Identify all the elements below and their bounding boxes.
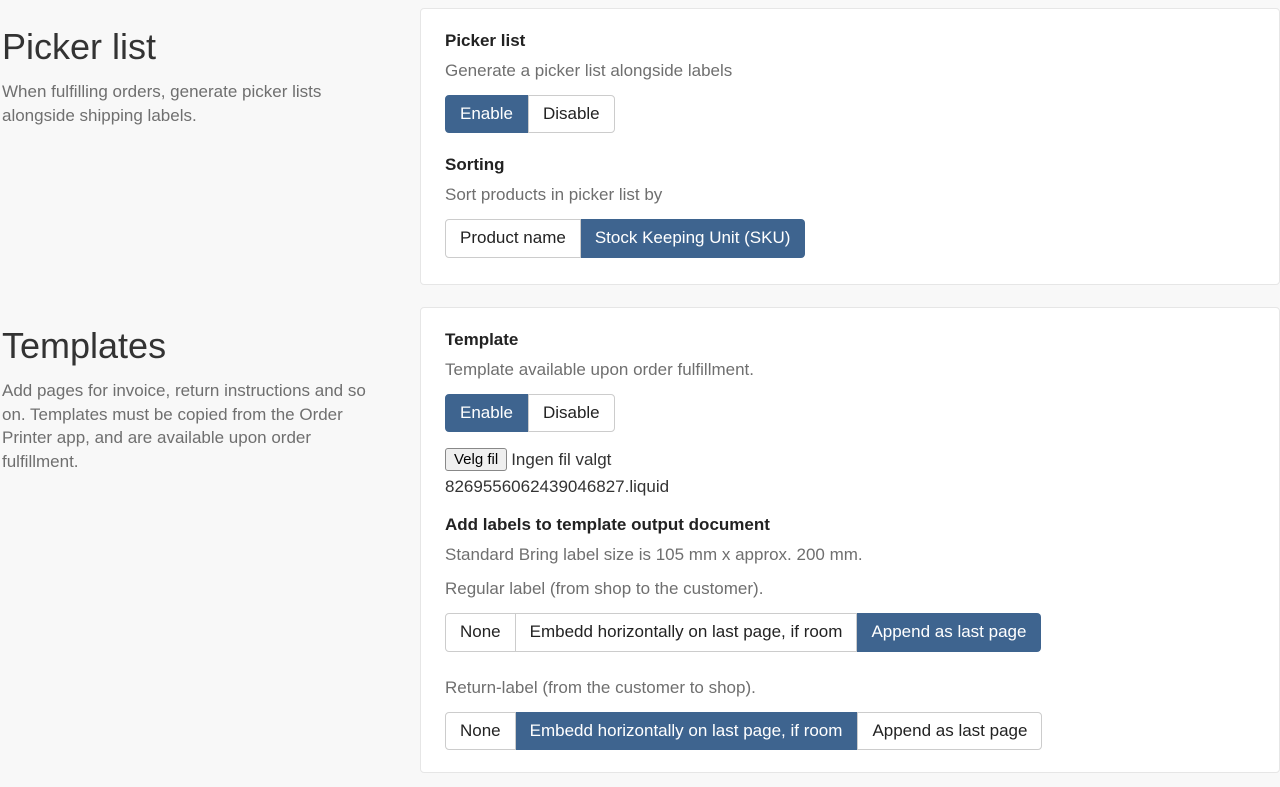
sort-sku-button[interactable]: Stock Keeping Unit (SKU) [581, 219, 806, 257]
template-enable-button[interactable]: Enable [445, 394, 528, 432]
templates-title: Templates [2, 325, 390, 367]
return-none-button[interactable]: None [445, 712, 516, 750]
picker-enable-button[interactable]: Enable [445, 95, 528, 133]
template-filename: 8269556062439046827.liquid [445, 477, 1255, 497]
labels-heading: Add labels to template output document [445, 515, 1255, 535]
picker-card-desc: Generate a picker list alongside labels [445, 61, 1255, 81]
file-status: Ingen fil valgt [511, 450, 611, 470]
template-heading: Template [445, 330, 1255, 350]
labels-desc: Standard Bring label size is 105 mm x ap… [445, 545, 1255, 565]
sorting-desc: Sort products in picker list by [445, 185, 1255, 205]
regular-append-button[interactable]: Append as last page [857, 613, 1041, 651]
return-append-button[interactable]: Append as last page [857, 712, 1042, 750]
picker-intro: When fulfilling orders, generate picker … [2, 80, 390, 128]
sort-product-name-button[interactable]: Product name [445, 219, 581, 257]
template-desc: Template available upon order fulfillmen… [445, 360, 1255, 380]
picker-disable-button[interactable]: Disable [528, 95, 615, 133]
picker-card: Picker list Generate a picker list along… [420, 8, 1280, 285]
regular-label-desc: Regular label (from shop to the customer… [445, 579, 1255, 599]
templates-intro: Add pages for invoice, return instructio… [2, 379, 390, 474]
return-embed-button[interactable]: Embedd horizontally on last page, if roo… [516, 712, 858, 750]
return-label-desc: Return-label (from the customer to shop)… [445, 678, 1255, 698]
picker-title: Picker list [2, 26, 390, 68]
regular-none-button[interactable]: None [445, 613, 516, 651]
choose-file-button[interactable]: Velg fil [445, 448, 507, 471]
templates-card: Template Template available upon order f… [420, 307, 1280, 773]
picker-card-heading: Picker list [445, 31, 1255, 51]
sorting-heading: Sorting [445, 155, 1255, 175]
template-disable-button[interactable]: Disable [528, 394, 615, 432]
regular-embed-button[interactable]: Embedd horizontally on last page, if roo… [516, 613, 858, 651]
